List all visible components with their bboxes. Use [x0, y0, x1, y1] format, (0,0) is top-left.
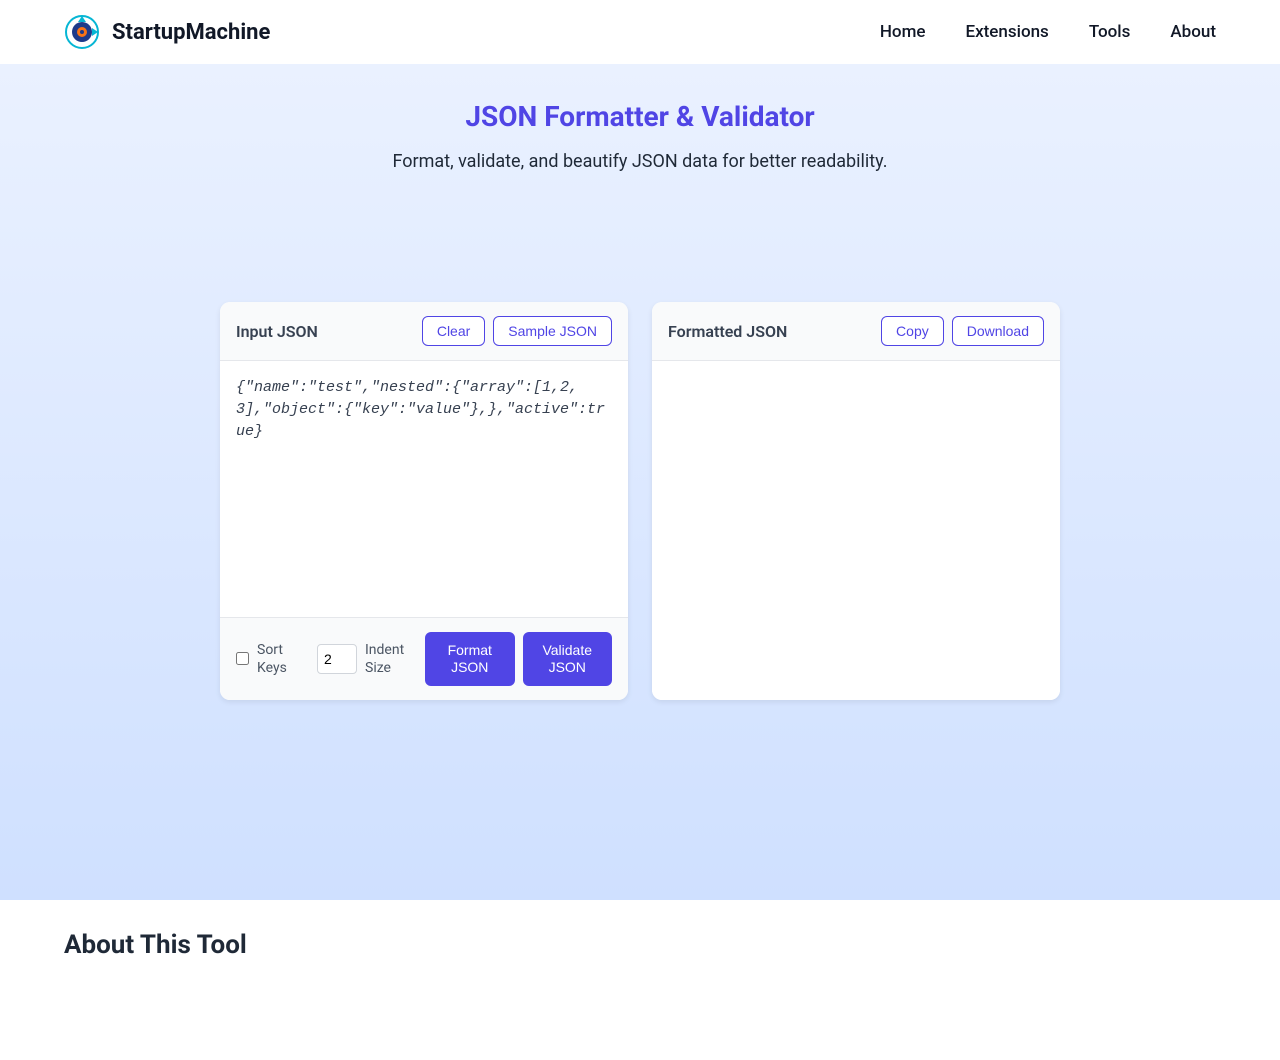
input-card-header: Input JSON Clear Sample JSON — [220, 302, 628, 361]
main-nav: Home Extensions Tools About — [880, 22, 1216, 42]
validate-json-button[interactable]: Validate JSON — [523, 632, 613, 686]
page-subtitle: Format, validate, and beautify JSON data… — [0, 151, 1280, 172]
brand[interactable]: StartupMachine — [64, 14, 270, 50]
indent-size-label: Indent Size — [365, 641, 411, 677]
panels-row: Input JSON Clear Sample JSON Sort Keys I… — [200, 302, 1080, 700]
page-title: JSON Formatter & Validator — [0, 100, 1280, 133]
json-input[interactable] — [236, 377, 612, 597]
nav-link-tools[interactable]: Tools — [1089, 22, 1131, 42]
input-card-title: Input JSON — [236, 322, 318, 341]
nav-link-about[interactable]: About — [1170, 22, 1216, 42]
output-header-actions: Copy Download — [881, 316, 1044, 346]
input-card-footer: Sort Keys Indent Size Format JSON Valida… — [220, 617, 628, 700]
hero-section: JSON Formatter & Validator Format, valid… — [0, 64, 1280, 900]
output-card: Formatted JSON Copy Download — [652, 302, 1060, 700]
sort-keys-checkbox[interactable] — [236, 652, 249, 665]
hero-head: JSON Formatter & Validator Format, valid… — [0, 100, 1280, 172]
format-json-button[interactable]: Format JSON — [425, 632, 515, 686]
about-section: About This Tool — [0, 900, 1280, 1060]
about-heading: About This Tool — [64, 930, 1216, 960]
logo-icon — [64, 14, 100, 50]
download-button[interactable]: Download — [952, 316, 1044, 346]
input-card: Input JSON Clear Sample JSON Sort Keys I… — [220, 302, 628, 700]
footer-actions: Format JSON Validate JSON — [425, 632, 612, 686]
nav-link-home[interactable]: Home — [880, 22, 926, 42]
output-card-body — [652, 361, 1060, 700]
nav-link-extensions[interactable]: Extensions — [965, 22, 1048, 42]
sort-keys-label: Sort Keys — [257, 641, 303, 677]
input-card-body — [220, 361, 628, 617]
indent-size-input[interactable] — [317, 644, 357, 674]
output-card-title: Formatted JSON — [668, 322, 787, 341]
brand-name: StartupMachine — [112, 20, 270, 45]
indent-option: Indent Size — [317, 641, 411, 677]
input-header-actions: Clear Sample JSON — [422, 316, 612, 346]
output-card-header: Formatted JSON Copy Download — [652, 302, 1060, 361]
sort-keys-option: Sort Keys — [236, 641, 303, 677]
site-header: StartupMachine Home Extensions Tools Abo… — [0, 0, 1280, 64]
sample-json-button[interactable]: Sample JSON — [493, 316, 612, 346]
clear-button[interactable]: Clear — [422, 316, 485, 346]
copy-button[interactable]: Copy — [881, 316, 944, 346]
